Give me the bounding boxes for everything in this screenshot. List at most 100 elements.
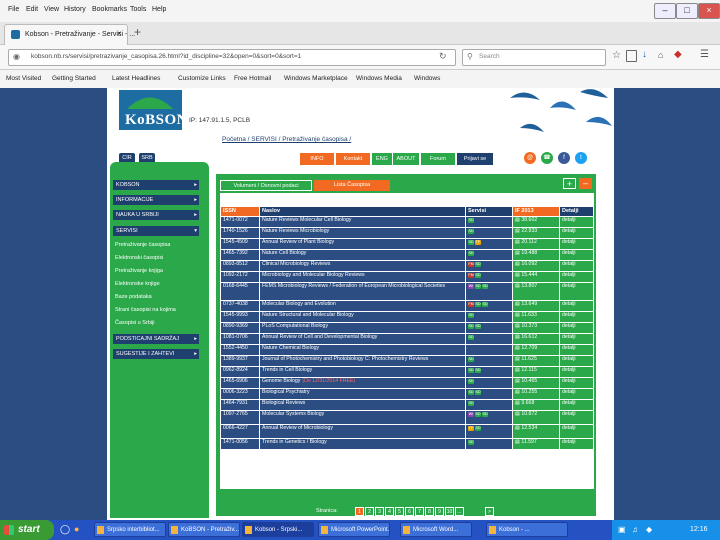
row-title-text[interactable]: Clinical Microbiology Reviews [262, 261, 330, 267]
nav-sub-strani-casopisi[interactable]: Strani časopisi na kojima [113, 305, 195, 315]
page-button[interactable]: 1 [355, 507, 364, 516]
kobson-logo[interactable]: KoBSON [119, 90, 188, 130]
row-details-link[interactable]: detalji [560, 323, 593, 333]
row-details-link[interactable]: detalji [560, 272, 593, 282]
page-button[interactable]: 10 [445, 507, 454, 516]
row-title[interactable]: Trends in Cell Biology [260, 367, 465, 377]
star-icon[interactable]: ☆ [612, 50, 621, 61]
row-title[interactable]: Annual Review of Plant Biology [260, 239, 465, 249]
table-row[interactable]: 1465-7392 Nature Cell Biology SD ▤ 19.488 de… [220, 250, 594, 260]
bookmark-windows[interactable]: Windows [414, 75, 440, 82]
minimize-icon[interactable]: – [654, 3, 676, 19]
service-badge[interactable]: SD [482, 412, 488, 417]
menu-bookmarks[interactable]: Bookmarks [92, 6, 127, 13]
service-badge[interactable]: FM [468, 262, 474, 267]
tab-close-icon[interactable]: × [117, 29, 122, 38]
row-title-text[interactable]: Journal of Photochemistry and Photobiolo… [262, 356, 428, 362]
service-badge[interactable]: SD [475, 324, 481, 329]
table-row[interactable]: 0168-6445 FEMS Microbiology Reviews / Fed… [220, 283, 594, 300]
menu-edit[interactable]: Edit [26, 6, 38, 13]
row-details-link[interactable]: detalji [560, 228, 593, 238]
service-badge[interactable]: TF [468, 426, 474, 431]
maximize-icon[interactable]: □ [676, 3, 698, 19]
row-details-link[interactable]: detalji [560, 283, 593, 300]
row-title-text[interactable]: Trends in Cell Biology [262, 367, 312, 373]
table-row[interactable]: 1471-0072 Nature Reviews Molecular Cell B… [220, 217, 594, 227]
nav-sub-baze-podataka[interactable]: Baze podataka [113, 292, 195, 302]
tray-volume-icon[interactable]: ♫ [632, 525, 638, 534]
table-row[interactable]: 1465-6906 Genome Biology (Do 12/31/2014 FR… [220, 378, 594, 388]
row-title-text[interactable]: PLoS Computational Biology [262, 323, 328, 329]
service-badge[interactable]: SD [468, 335, 474, 340]
download-icon[interactable]: ↓ [642, 49, 647, 60]
table-row[interactable]: 0737-4038 Molecular Biology and Evolution… [220, 301, 594, 311]
menu-view[interactable]: View [44, 6, 59, 13]
row-details-link[interactable]: detalji [560, 239, 593, 249]
row-title[interactable]: Microbiology and Molecular Biology Revie… [260, 272, 465, 282]
phone-icon[interactable]: ☎ [541, 152, 553, 164]
nav-sugestije[interactable]: SUGESTIJE I ZAHTEVI ▸ [113, 349, 199, 359]
row-title-text[interactable]: Annual Review of Plant Biology [262, 239, 334, 245]
service-badge[interactable]: SD [468, 357, 474, 362]
row-title[interactable]: Molecular Biology and Evolution [260, 301, 465, 311]
nav-nauka[interactable]: NAUKA U SRBIJI ▸ [113, 210, 199, 220]
col-header-issn[interactable]: ISSN [221, 207, 259, 216]
reload-icon[interactable]: ↻ [439, 51, 447, 62]
row-title-text[interactable]: Genome Biology [262, 378, 300, 384]
bookmark-free-hotmail[interactable]: Free Hotmail [234, 75, 271, 82]
row-title[interactable]: Nature Structural and Molecular Biology [260, 312, 465, 322]
row-title[interactable]: Genome Biology (Do 12/31/2014 FREE) [260, 378, 465, 388]
page-button[interactable]: ... [455, 507, 464, 516]
bookmark-latest-headlines[interactable]: Latest Headlines [112, 75, 160, 82]
nav-sub-pretrazivanje-casopisa[interactable]: Pretraživanje časopisa [113, 240, 195, 250]
row-details-link[interactable]: detalji [560, 312, 593, 322]
row-details-link[interactable]: detalji [560, 301, 593, 311]
col-header-if[interactable]: IF 2013 [513, 207, 559, 216]
row-title-text[interactable]: Nature Reviews Molecular Cell Biology [262, 217, 351, 223]
reading-list-icon[interactable] [626, 50, 637, 62]
row-title[interactable]: FEMS Microbiology Reviews / Federation o… [260, 283, 465, 300]
service-badge[interactable]: SD [468, 379, 474, 384]
nav-sub-casopisi-u-srbiji[interactable]: Časopisi u Srbiji [113, 318, 195, 328]
service-badge[interactable]: SD [475, 262, 481, 267]
table-row[interactable]: 1552-4450 Nature Chemical Biology ▤ 12.709… [220, 345, 594, 355]
service-badge[interactable]: SD [468, 229, 474, 234]
page-button[interactable]: 6 [405, 507, 414, 516]
taskbar-task[interactable]: Kobson - Srpski... [242, 522, 314, 537]
table-row[interactable]: 1097-2765 Molecular Systems Biology WI SD SD… [220, 411, 594, 424]
row-title[interactable]: Journal of Photochemistry and Photobiolo… [260, 356, 465, 366]
row-title[interactable]: Nature Cell Biology [260, 250, 465, 260]
row-details-link[interactable]: detalji [560, 400, 593, 410]
subtab-lista-casopisa[interactable]: Lista Časopisa [314, 180, 390, 191]
row-title[interactable]: Trends in Genetics / Biology [260, 439, 465, 449]
hamburger-menu-icon[interactable]: ☰ [700, 49, 709, 60]
page-button[interactable]: 5 [395, 507, 404, 516]
row-title-text[interactable]: Annual Review of Cell and Developmental … [262, 334, 377, 340]
row-details-link[interactable]: detalji [560, 439, 593, 449]
table-row[interactable]: 1389-9937 Journal of Photochemistry and P… [220, 356, 594, 366]
service-badge[interactable]: FM [468, 273, 474, 278]
menu-history[interactable]: History [64, 6, 86, 13]
row-details-link[interactable]: detalji [560, 356, 593, 366]
row-details-link[interactable]: detalji [560, 250, 593, 260]
row-details-link[interactable]: detalji [560, 217, 593, 227]
service-badge[interactable]: FM [468, 302, 474, 307]
service-badge[interactable]: WI [468, 412, 474, 417]
service-badge[interactable]: SD [475, 426, 481, 431]
row-details-link[interactable]: detalji [560, 411, 593, 424]
row-details-link[interactable]: detalji [560, 425, 593, 438]
bookmark-windows-marketplace[interactable]: Windows Marketplace [284, 75, 348, 82]
bookmark-windows-media[interactable]: Windows Media [356, 75, 402, 82]
row-title-text[interactable]: FEMS Microbiology Reviews / Federation o… [262, 283, 445, 289]
service-badge[interactable]: SD [475, 368, 481, 373]
taskbar-task[interactable]: Microsoft Word... [400, 522, 472, 537]
tray-shield-icon[interactable]: ◆ [646, 525, 652, 534]
bookmark-most-visited[interactable]: Most Visited [6, 75, 41, 82]
start-button[interactable]: start [0, 520, 54, 540]
service-badge[interactable]: SD [468, 401, 474, 406]
taskbar-task[interactable]: Srpsko interbibliot... [94, 522, 166, 537]
table-row[interactable]: 0066-4227 Annual Review of Microbiology TF… [220, 425, 594, 438]
nav-sub-elektronski-casopisi[interactable]: Elektronski časopisi [113, 253, 195, 263]
table-row[interactable]: 1545-9993 Nature Structural and Molecular… [220, 312, 594, 322]
nav-informacije[interactable]: INFORMACIJE ▸ [113, 195, 199, 205]
